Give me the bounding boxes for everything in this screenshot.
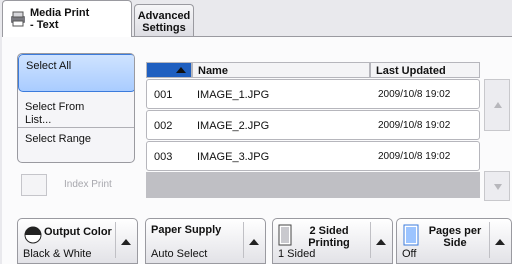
- pages-per-side-arrow: [489, 222, 509, 258]
- chevron-up-icon: [376, 239, 386, 245]
- pages-per-side-title: Pages per Side: [428, 225, 482, 249]
- tab-media-print-text[interactable]: Media Print - Text: [2, 0, 132, 37]
- output-color-title: Output Color: [44, 226, 112, 238]
- last-updated-column-header[interactable]: Last Updated: [370, 62, 480, 78]
- index-print-button[interactable]: Index Print: [17, 172, 135, 198]
- scroll-up-button[interactable]: [484, 79, 510, 131]
- page-icon: [278, 224, 292, 246]
- row-number: 003: [154, 151, 173, 163]
- sort-ascending-icon: [176, 67, 186, 73]
- printer-icon: [11, 11, 25, 27]
- color-wheel-icon: [24, 226, 42, 244]
- output-color-button[interactable]: Output Color Black & White: [17, 218, 138, 264]
- two-sided-printing-value: 1 Sided: [278, 248, 316, 260]
- chevron-up-icon: [249, 239, 259, 245]
- chevron-up-icon: [121, 239, 131, 245]
- tab-label: Advanced Settings: [137, 10, 191, 34]
- select-all-button[interactable]: Select All: [18, 54, 134, 92]
- select-from-list-label: Select From List...: [25, 101, 85, 126]
- paper-supply-button[interactable]: Paper Supply Auto Select: [145, 218, 266, 264]
- last-updated: 2009/10/8 19:02: [378, 120, 451, 131]
- name-column-header[interactable]: Name: [192, 62, 370, 78]
- select-range-button[interactable]: Select Range: [18, 128, 134, 162]
- table-empty-area: [146, 172, 480, 198]
- index-print-label: Index Print: [64, 179, 112, 190]
- table-row[interactable]: 001 IMAGE_1.JPG 2009/10/8 19:02: [146, 79, 480, 109]
- select-from-list-button[interactable]: Select From List...: [18, 92, 134, 128]
- pages-per-side-value: Off: [402, 248, 417, 260]
- two-sided-printing-title: 2 Sided Printing: [308, 225, 350, 249]
- select-all-label: Select All: [26, 60, 72, 72]
- tab-label: Media Print - Text: [30, 7, 90, 31]
- last-updated: 2009/10/8 19:02: [378, 151, 451, 162]
- paper-supply-value: Auto Select: [151, 248, 208, 260]
- tab-advanced-settings[interactable]: Advanced Settings: [134, 4, 194, 37]
- table-row[interactable]: 002 IMAGE_2.JPG 2009/10/8 19:02: [146, 110, 480, 140]
- pages-per-side-button[interactable]: Pages per Side Off: [396, 218, 512, 264]
- table-row[interactable]: 003 IMAGE_3.JPG 2009/10/8 19:02: [146, 141, 480, 171]
- two-sided-printing-arrow: [370, 222, 390, 258]
- row-number: 001: [154, 89, 173, 101]
- paper-supply-title: Paper Supply: [151, 224, 222, 236]
- page-icon: [403, 224, 419, 246]
- row-number: 002: [154, 120, 173, 132]
- chevron-up-icon: [494, 102, 502, 108]
- last-updated: 2009/10/8 19:02: [378, 89, 451, 100]
- output-color-value: Black & White: [23, 248, 92, 260]
- file-name: IMAGE_2.JPG: [197, 120, 270, 132]
- output-color-arrow: [115, 222, 135, 258]
- two-sided-printing-button[interactable]: 2 Sided Printing 1 Sided: [272, 218, 393, 264]
- scroll-down-button[interactable]: [484, 171, 510, 201]
- chevron-down-icon: [494, 184, 502, 190]
- chevron-up-icon: [495, 239, 505, 245]
- file-name: IMAGE_3.JPG: [197, 151, 270, 163]
- select-range-label: Select Range: [25, 133, 92, 145]
- index-print-checkbox: [21, 174, 47, 196]
- file-name: IMAGE_1.JPG: [197, 89, 270, 101]
- selection-group: Select All Select From List... Select Ra…: [17, 53, 135, 163]
- sort-column-header[interactable]: [146, 62, 192, 78]
- paper-supply-arrow: [243, 222, 263, 258]
